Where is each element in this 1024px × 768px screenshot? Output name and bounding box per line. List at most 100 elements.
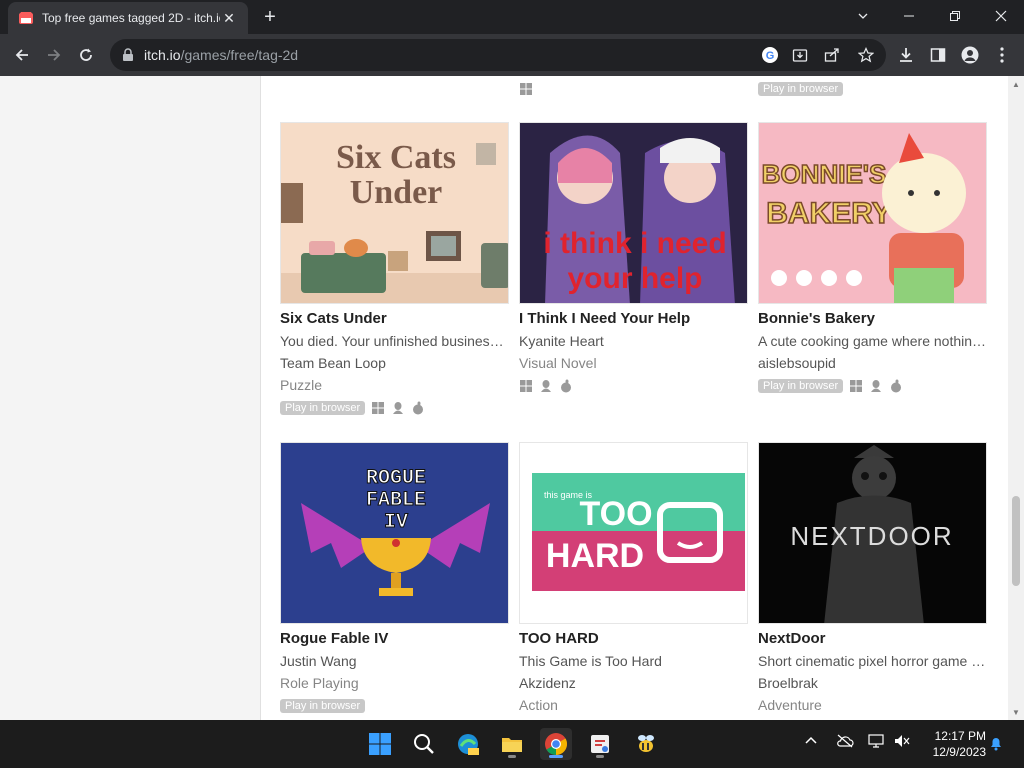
i-think-i-need-your-help-cover[interactable]: i think i need your help: [519, 122, 748, 304]
game-card[interactable]: BONNIE'S BAKERY Bonnie's Bakery A cute c…: [758, 122, 987, 395]
restore-icon[interactable]: [932, 0, 978, 32]
url-path: /games/free/tag-2d: [180, 47, 299, 63]
volume-muted-icon[interactable]: [894, 734, 910, 751]
game-card[interactable]: NEXTDOOR NextDoor Short cinematic pixel …: [758, 442, 987, 716]
downloads-icon[interactable]: [894, 43, 918, 67]
bookmark-star-icon[interactable]: [854, 43, 878, 67]
prev-row-badges: Play in browser: [758, 80, 844, 98]
reload-icon[interactable]: [72, 41, 100, 69]
linux-icon: [541, 380, 551, 392]
nextdoor-cover[interactable]: NEXTDOOR: [758, 442, 987, 624]
platform-list: Play in browser: [758, 377, 987, 395]
too-hard-art: this game is TOO HARD: [520, 443, 747, 623]
edge-icon[interactable]: [452, 728, 484, 760]
bonnies-bakery-cover[interactable]: BONNIE'S BAKERY: [758, 122, 987, 304]
scroll-thumb[interactable]: [1012, 496, 1020, 586]
running-indicator: [508, 755, 516, 758]
show-hidden-icons-icon[interactable]: [804, 734, 818, 751]
screen: Top free games tagged 2D - itch.io ✕ + i…: [0, 0, 1024, 768]
too-hard-cover[interactable]: this game is TOO HARD: [519, 442, 748, 624]
game-title[interactable]: NextDoor: [758, 630, 987, 650]
install-app-icon[interactable]: [788, 43, 812, 67]
game-author[interactable]: Akzidenz: [519, 675, 748, 694]
svg-text:G: G: [766, 50, 775, 62]
game-description: A cute cooking game where nothing...: [758, 333, 987, 349]
play-in-browser-badge: Play in browser: [280, 699, 366, 713]
game-title[interactable]: Six Cats Under: [280, 310, 509, 330]
url-text[interactable]: itch.io/games/free/tag-2d: [144, 47, 298, 63]
game-description: You died. Your unfinished business? ...: [280, 333, 509, 349]
game-title[interactable]: TOO HARD: [519, 630, 748, 650]
taskbar-clock[interactable]: 12:17 PM 12/9/2023: [933, 728, 986, 760]
google-icon[interactable]: G: [758, 43, 782, 67]
forward-arrow-icon[interactable]: [40, 41, 68, 69]
windows-icon: [520, 83, 532, 95]
tab-close-icon[interactable]: ✕: [220, 10, 238, 27]
art-title-line2: HARD: [546, 537, 644, 575]
linux-icon: [871, 380, 882, 392]
game-title[interactable]: Rogue Fable IV: [280, 630, 509, 650]
page-scrollbar[interactable]: ▲ ▼: [1008, 76, 1024, 720]
game-title[interactable]: I Think I Need Your Help: [519, 310, 748, 330]
platform-list: Play in browser: [280, 697, 509, 715]
play-in-browser-badge: Play in browser: [758, 379, 844, 393]
game-card[interactable]: Six Cats Under Six Cats Under You died. …: [280, 122, 509, 417]
six-cats-under-cover[interactable]: Six Cats Under: [280, 122, 509, 304]
game-author[interactable]: Justin Wang: [280, 653, 509, 672]
windows-icon: [850, 380, 863, 392]
cloud-offline-icon[interactable]: [836, 734, 854, 751]
app-bee-icon[interactable]: [630, 728, 662, 760]
windows-start-icon[interactable]: [364, 728, 396, 760]
game-card[interactable]: i think i need your help I Think I Need …: [519, 122, 748, 395]
game-author[interactable]: aislebsoupid: [758, 355, 987, 374]
game-title[interactable]: Bonnie's Bakery: [758, 310, 987, 330]
notification-bell-icon[interactable]: [988, 735, 1004, 754]
game-genre: Action: [519, 697, 558, 713]
file-explorer-icon[interactable]: [496, 728, 528, 760]
game-author[interactable]: Kyanite Heart: [519, 333, 748, 352]
lock-icon[interactable]: [122, 48, 134, 62]
art-title-line1: BONNIE'S: [762, 159, 887, 189]
art-title-line1: i think i need: [543, 227, 726, 260]
game-card[interactable]: this game is TOO HARD TOO HARD This Game…: [519, 442, 748, 716]
network-icon[interactable]: [868, 734, 884, 751]
apple-icon: [561, 379, 571, 393]
platform-list: Play in browser: [280, 399, 509, 417]
art-title-line2: FABLE: [366, 489, 426, 512]
scroll-down-icon[interactable]: ▼: [1012, 708, 1020, 717]
taskbar: 12:17 PM 12/9/2023: [0, 720, 1024, 768]
apple-icon: [891, 379, 902, 393]
browser-tab[interactable]: Top free games tagged 2D - itch.io ✕: [8, 2, 248, 34]
game-author[interactable]: Team Bean Loop: [280, 355, 509, 374]
art-title-line2: BAKERY: [766, 197, 892, 230]
share-icon[interactable]: [820, 43, 844, 67]
game-card[interactable]: ROGUE FABLE IV Rogue Fable IV Justin Wan…: [280, 442, 509, 715]
minimize-icon[interactable]: [886, 0, 932, 32]
profile-icon[interactable]: [958, 43, 982, 67]
scroll-up-icon[interactable]: ▲: [1012, 80, 1020, 89]
menu-kebab-icon[interactable]: [990, 43, 1014, 67]
rogue-fable-iv-cover[interactable]: ROGUE FABLE IV: [280, 442, 509, 624]
clock-date: 12/9/2023: [932, 745, 986, 759]
tab-search-icon[interactable]: [840, 0, 886, 32]
snipping-tool-icon[interactable]: [584, 728, 616, 760]
windows-icon: [520, 380, 532, 392]
bonnies-bakery-art: BONNIE'S BAKERY: [759, 123, 986, 303]
search-icon[interactable]: [408, 728, 440, 760]
game-author[interactable]: Broelbrak: [758, 675, 987, 694]
chrome-icon[interactable]: [540, 728, 572, 760]
url-host: itch.io: [144, 47, 181, 63]
close-window-icon[interactable]: [978, 0, 1024, 32]
i-think-i-need-your-help-art: i think i need your help: [520, 123, 747, 303]
new-tab-button[interactable]: +: [258, 6, 282, 30]
art-title-line2: Under: [350, 174, 443, 211]
apple-icon: [413, 401, 424, 415]
side-panel-icon[interactable]: [926, 43, 950, 67]
platform-list: [519, 377, 748, 395]
game-genre: Adventure: [758, 697, 822, 713]
art-title-line1: Six Cats: [336, 139, 456, 176]
back-arrow-icon[interactable]: [8, 41, 36, 69]
game-genre: Puzzle: [280, 377, 323, 393]
play-in-browser-badge: Play in browser: [758, 82, 844, 96]
prev-row-platforms: [519, 80, 533, 98]
